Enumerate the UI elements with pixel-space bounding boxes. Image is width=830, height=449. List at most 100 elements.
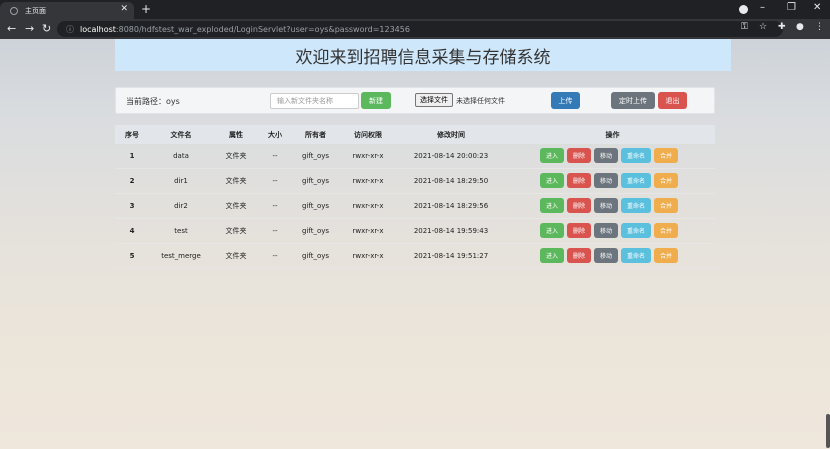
tab-title: 主页面 xyxy=(25,6,46,15)
upload-button[interactable]: 上传 xyxy=(551,92,580,109)
new-folder-input[interactable] xyxy=(270,93,359,109)
maximize-icon[interactable]: ❐ xyxy=(787,2,796,13)
enter-button[interactable]: 进入 xyxy=(540,173,564,188)
rename-button[interactable]: 重命名 xyxy=(621,248,651,263)
puzzle-icon[interactable]: ✚ xyxy=(778,22,786,32)
merge-button[interactable]: 合并 xyxy=(654,223,678,238)
merge-button[interactable]: 合并 xyxy=(654,173,678,188)
info-icon[interactable]: ⓘ xyxy=(66,24,74,35)
page-title: 欢迎来到招聘信息采集与存储系统 xyxy=(295,47,551,68)
rename-button[interactable]: 重命名 xyxy=(621,148,651,163)
row-no: 1 xyxy=(129,152,135,160)
new-folder-button[interactable]: 新建 xyxy=(361,92,391,109)
header-owner: 所有者 xyxy=(305,130,326,139)
row-time: 2021-08-14 18:29:56 xyxy=(413,202,489,210)
row-name: data xyxy=(173,152,189,160)
move-button[interactable]: 移动 xyxy=(594,198,618,213)
file-status: 未选择任何文件 xyxy=(456,97,505,105)
move-button[interactable]: 移动 xyxy=(594,223,618,238)
header-name: 文件名 xyxy=(170,130,192,139)
delete-button[interactable]: 删除 xyxy=(567,198,591,213)
file-table: 序号 文件名 属性 大小 所有者 访问权限 修改时间 操作 1 data 文件夹… xyxy=(115,125,715,269)
delete-button[interactable]: 删除 xyxy=(567,173,591,188)
browser-tab-strip: 主页面 ✕ + – ❐ ✕ xyxy=(0,0,830,19)
enter-button[interactable]: 进入 xyxy=(540,223,564,238)
back-arrow-icon[interactable]: ← xyxy=(7,22,16,35)
logout-button[interactable]: 退出 xyxy=(658,92,687,109)
row-owner: gift_oys xyxy=(301,227,330,235)
merge-button[interactable]: 合并 xyxy=(654,148,678,163)
reload-icon[interactable]: ↻ xyxy=(42,22,51,35)
move-button[interactable]: 移动 xyxy=(594,248,618,263)
row-attr: 文件夹 xyxy=(225,152,247,160)
profile-icon[interactable]: ● xyxy=(796,22,804,32)
row-time: 2021-08-14 19:59:43 xyxy=(413,227,489,235)
row-perm: rwxr-xr-x xyxy=(352,152,384,160)
close-window-icon[interactable]: ✕ xyxy=(813,2,821,13)
merge-button[interactable]: 合并 xyxy=(654,198,678,213)
row-attr: 文件夹 xyxy=(225,202,247,210)
row-perm: rwxr-xr-x xyxy=(352,202,384,210)
row-size: -- xyxy=(272,152,278,160)
row-name: dir2 xyxy=(174,202,188,210)
page-banner: 欢迎来到招聘信息采集与存储系统 xyxy=(115,39,731,71)
star-icon[interactable]: ☆ xyxy=(759,22,767,32)
row-attr: 文件夹 xyxy=(225,177,247,185)
row-name: test xyxy=(174,227,188,235)
enter-button[interactable]: 进入 xyxy=(540,248,564,263)
timed-upload-button[interactable]: 定时上传 xyxy=(611,92,655,109)
kebab-menu-icon[interactable]: ⋮ xyxy=(815,22,824,32)
row-name: test_merge xyxy=(161,252,201,260)
rename-button[interactable]: 重命名 xyxy=(621,223,651,238)
file-toolbar: 当前路径：oys 新建 选择文件 未选择任何文件 上传 定时上传 退出 xyxy=(115,87,715,114)
record-indicator-icon[interactable] xyxy=(739,5,748,14)
table-row: 4 test 文件夹 -- gift_oys rwxr-xr-x 2021-08… xyxy=(115,219,715,244)
globe-icon xyxy=(10,6,18,15)
header-size: 大小 xyxy=(268,130,282,139)
rename-button[interactable]: 重命名 xyxy=(621,173,651,188)
table-row: 3 dir2 文件夹 -- gift_oys rwxr-xr-x 2021-08… xyxy=(115,194,715,219)
choose-file-button[interactable]: 选择文件 xyxy=(415,93,453,107)
url-host: localhost xyxy=(80,24,116,34)
row-time: 2021-08-14 18:29:50 xyxy=(413,177,489,185)
merge-button[interactable]: 合并 xyxy=(654,248,678,263)
row-size: -- xyxy=(272,252,278,260)
row-name: dir1 xyxy=(174,177,188,185)
table-header: 序号 文件名 属性 大小 所有者 访问权限 修改时间 操作 xyxy=(115,125,715,144)
browser-tab[interactable]: 主页面 ✕ xyxy=(0,2,134,19)
row-time: 2021-08-14 19:51:27 xyxy=(413,252,489,260)
row-size: -- xyxy=(272,177,278,185)
row-perm: rwxr-xr-x xyxy=(352,177,384,185)
row-size: -- xyxy=(272,227,278,235)
row-owner: gift_oys xyxy=(301,177,330,185)
row-time: 2021-08-14 20:00:23 xyxy=(413,152,489,160)
url-path: :8080/hdfstest_war_exploded/LoginServlet… xyxy=(115,24,410,34)
row-attr: 文件夹 xyxy=(225,252,247,260)
rename-button[interactable]: 重命名 xyxy=(621,198,651,213)
forward-arrow-icon[interactable]: → xyxy=(25,22,34,35)
row-no: 2 xyxy=(129,177,135,185)
move-button[interactable]: 移动 xyxy=(594,173,618,188)
delete-button[interactable]: 删除 xyxy=(567,248,591,263)
key-icon[interactable]: ⚿ xyxy=(741,22,748,32)
close-tab-icon[interactable]: ✕ xyxy=(120,4,128,14)
row-no: 5 xyxy=(129,252,135,260)
new-tab-button[interactable]: + xyxy=(141,2,151,16)
row-size: -- xyxy=(272,202,278,210)
move-button[interactable]: 移动 xyxy=(594,148,618,163)
row-perm: rwxr-xr-x xyxy=(352,227,384,235)
current-path: 当前路径：oys xyxy=(126,97,180,106)
delete-button[interactable]: 删除 xyxy=(567,223,591,238)
header-time: 修改时间 xyxy=(437,130,465,139)
row-owner: gift_oys xyxy=(301,202,330,210)
enter-button[interactable]: 进入 xyxy=(540,198,564,213)
minimize-icon[interactable]: – xyxy=(760,2,765,13)
row-no: 4 xyxy=(129,227,135,235)
table-row: 5 test_merge 文件夹 -- gift_oys rwxr-xr-x 2… xyxy=(115,244,715,269)
address-bar[interactable]: ⓘ localhost:8080/hdfstest_war_exploded/L… xyxy=(57,21,783,37)
scrollbar[interactable] xyxy=(826,414,830,448)
header-no: 序号 xyxy=(125,130,139,139)
header-perm: 访问权限 xyxy=(354,130,382,139)
delete-button[interactable]: 删除 xyxy=(567,148,591,163)
enter-button[interactable]: 进入 xyxy=(540,148,564,163)
